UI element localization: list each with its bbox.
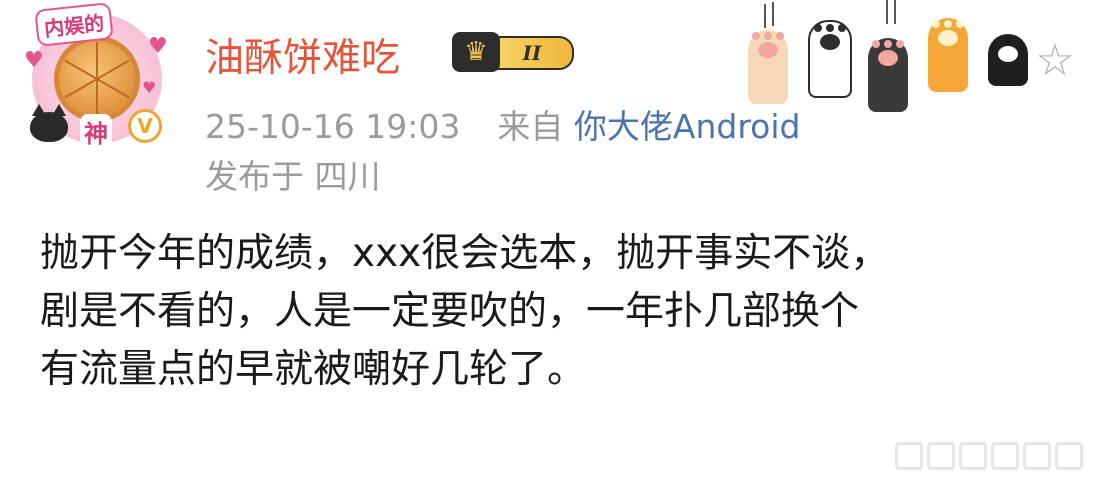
username[interactable]: 油酥饼难吃 xyxy=(205,27,400,83)
post-location: 发布于 四川 xyxy=(205,157,381,196)
cat-paw-icon xyxy=(928,18,968,92)
post-date: 25-10-16 19:03 xyxy=(205,107,461,146)
post-source-link[interactable]: 你大佬Android xyxy=(574,107,801,146)
member-level-badge[interactable]: II ♛ xyxy=(452,32,576,72)
avatar-caption-bottom: 神 xyxy=(80,114,112,149)
post-meta: 25-10-16 19:03 来自 你大佬Android xyxy=(205,100,800,148)
post-line: 剧是不看的，人是一定要吹的，一年扑几部换个 xyxy=(40,289,860,334)
crown-icon: ♛ xyxy=(452,32,500,72)
heart-icon: ♥ xyxy=(148,34,168,59)
member-level-label: II xyxy=(490,36,574,70)
cat-paw-icon xyxy=(748,30,788,104)
watermark xyxy=(895,438,1105,472)
post-content: 抛开今年的成绩，xxx很会选本，抛开事实不谈， 剧是不看的，人是一定要吹的，一年… xyxy=(40,225,1080,399)
heart-icon: ♥ xyxy=(142,78,157,97)
cat-paw-icon xyxy=(868,38,908,112)
star-icon[interactable]: ☆ xyxy=(1032,38,1078,84)
heart-icon: ♥ xyxy=(24,48,44,73)
claw-icon xyxy=(886,0,888,24)
cat-paw-icon xyxy=(808,20,852,98)
pie-image xyxy=(54,36,140,122)
source-prefix: 来自 xyxy=(497,107,564,146)
post-line: 抛开今年的成绩，xxx很会选本，抛开事实不谈， xyxy=(40,231,890,276)
claw-icon xyxy=(894,0,896,24)
cat-paw-icon xyxy=(988,34,1028,86)
post-line: 有流量点的早就被嘲好几轮了。 xyxy=(40,347,587,392)
avatar-caption-top: 内娱的 xyxy=(34,2,114,47)
verified-badge-icon: V xyxy=(128,109,162,143)
verified-mark: V xyxy=(137,114,153,138)
claw-icon xyxy=(764,4,766,28)
claw-icon xyxy=(772,2,774,26)
cat-icon xyxy=(30,104,68,142)
